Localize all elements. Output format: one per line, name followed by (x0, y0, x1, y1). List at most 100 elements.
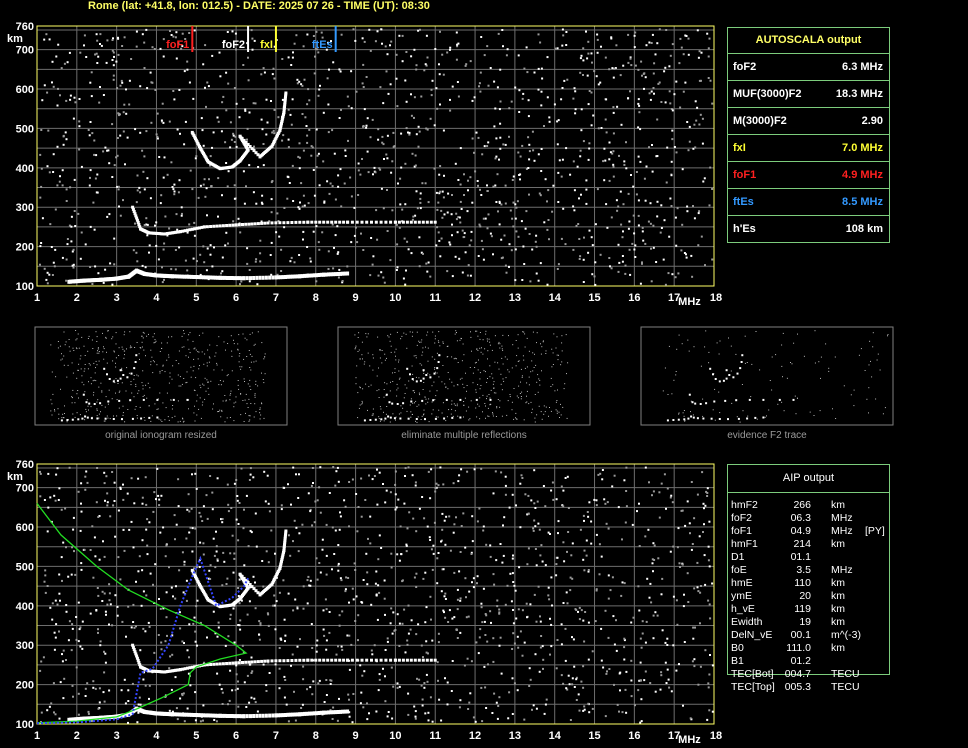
noise-dot (394, 483, 397, 486)
thumbnail-noise (231, 350, 233, 352)
echo-point (306, 658, 310, 662)
noise-dot (379, 168, 382, 171)
noise-dot (282, 579, 285, 582)
noise-dot (287, 138, 290, 141)
thumbnail-noise (545, 350, 547, 352)
thumbnail-noise (259, 407, 261, 409)
noise-dot (504, 264, 507, 267)
thumbnail-noise (154, 403, 156, 405)
noise-dot (186, 269, 189, 272)
noise-dot (624, 264, 627, 267)
marker-label: foF1 (166, 39, 189, 51)
thumbnail-noise (495, 392, 497, 394)
thumbnail-noise (93, 379, 95, 381)
thumbnail-noise (398, 361, 399, 363)
noise-dot (574, 112, 577, 115)
thumbnail-noise (493, 381, 495, 383)
noise-dot (660, 227, 663, 229)
noise-dot (571, 542, 574, 545)
noise-dot (439, 255, 442, 258)
noise-dot (534, 240, 537, 243)
noise-dot (193, 29, 196, 32)
thumbnail-noise (692, 414, 694, 416)
y-tick-label: 760 (16, 21, 34, 33)
noise-dot (656, 155, 659, 157)
noise-dot (260, 201, 263, 204)
noise-dot (225, 162, 228, 164)
thumbnail-noise (379, 349, 381, 350)
thumbnail-noise (68, 346, 70, 348)
noise-dot (174, 249, 177, 251)
noise-dot (265, 133, 268, 136)
noise-dot (389, 622, 392, 625)
thumbnail-noise (390, 333, 392, 335)
noise-dot (204, 195, 207, 198)
x-tick-label: 8 (313, 730, 319, 742)
noise-dot (66, 243, 69, 246)
noise-dot (557, 520, 560, 523)
thumbnail-noise (523, 419, 525, 421)
noise-dot (170, 34, 173, 36)
thumbnail-noise (882, 413, 884, 415)
noise-dot (111, 123, 114, 126)
noise-dot (357, 162, 360, 165)
noise-dot (186, 649, 189, 652)
noise-dot (116, 605, 119, 608)
noise-dot (422, 252, 424, 255)
noise-dot (691, 543, 694, 545)
thumbnail-noise (421, 415, 423, 417)
noise-dot (287, 108, 290, 111)
thumbnail-noise (499, 343, 501, 345)
noise-dot (211, 54, 214, 57)
thumbnail-noise (676, 348, 678, 350)
noise-dot (500, 257, 503, 260)
noise-dot (155, 244, 158, 247)
noise-dot (463, 194, 465, 196)
noise-dot (287, 146, 290, 149)
thumbnail-noise (714, 419, 716, 421)
noise-dot (652, 614, 655, 617)
noise-dot (253, 697, 256, 700)
noise-dot (144, 476, 147, 479)
echo-point (405, 658, 409, 662)
noise-dot (97, 594, 100, 597)
noise-dot (475, 131, 478, 134)
thumbnail-noise (92, 348, 94, 349)
thumbnail-noise (456, 332, 457, 333)
thumbnail-echo (415, 380, 418, 383)
noise-dot (550, 645, 553, 648)
noise-dot (202, 505, 205, 508)
thumbnail-noise (104, 420, 106, 422)
noise-dot (298, 532, 301, 535)
noise-dot (436, 557, 439, 560)
noise-dot (608, 257, 611, 259)
thumbnail-echo (451, 416, 454, 419)
noise-dot (252, 476, 255, 479)
noise-dot (632, 616, 635, 619)
thumbnail-noise (488, 394, 490, 395)
thumbnail-noise (739, 421, 741, 423)
thumbnail-noise (244, 337, 246, 339)
noise-dot (709, 654, 711, 656)
thumbnail-noise (456, 405, 458, 407)
noise-dot (413, 116, 415, 119)
thumbnail-noise (383, 396, 385, 398)
noise-dot (58, 180, 61, 183)
x-tick-label: 7 (273, 730, 279, 742)
noise-dot (429, 696, 432, 699)
noise-dot (148, 625, 151, 628)
echo-point (260, 221, 264, 225)
thumbnail-noise (230, 393, 232, 395)
noise-dot (96, 467, 99, 469)
thumbnail-noise (463, 387, 465, 389)
noise-dot (59, 94, 61, 97)
thumbnail-noise (512, 344, 514, 346)
thumbnail-noise (540, 343, 541, 345)
noise-dot (583, 705, 586, 708)
noise-dot (317, 682, 320, 685)
noise-dot (386, 157, 389, 160)
thumbnail-noise (259, 412, 261, 414)
thumbnail-noise (152, 336, 154, 338)
noise-dot (344, 590, 347, 593)
thumbnail-noise (460, 337, 462, 339)
